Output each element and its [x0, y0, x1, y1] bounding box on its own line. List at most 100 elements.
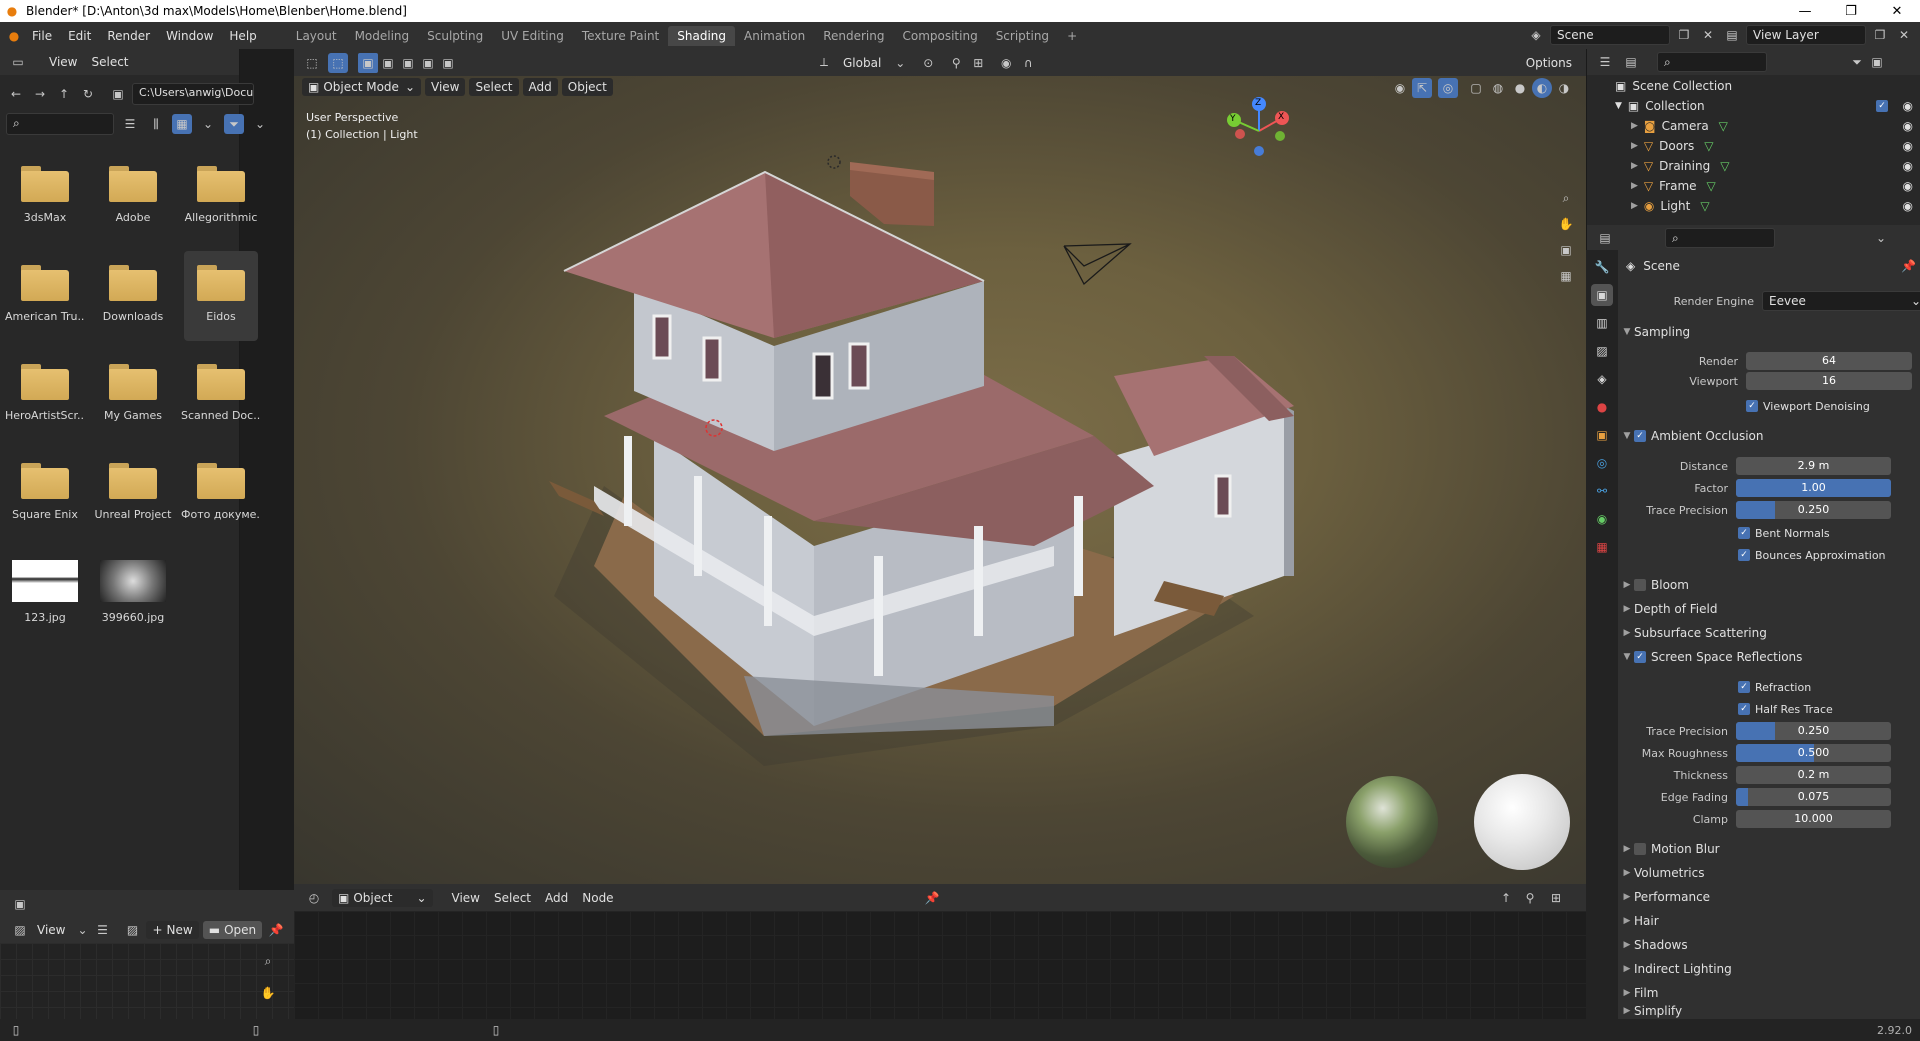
panel-film[interactable]: ▶ Film: [1620, 982, 1920, 1004]
render-samples-field[interactable]: 64: [1746, 352, 1912, 370]
outliner-scene-collection[interactable]: ▣ Scene Collection: [1587, 76, 1920, 96]
new-scene-icon[interactable]: ❐: [1674, 25, 1694, 45]
ortho-grid-icon[interactable]: ▦: [1556, 266, 1576, 286]
bounces-checkbox[interactable]: ✓: [1738, 549, 1750, 561]
open-image-button[interactable]: ▬ Open: [202, 921, 263, 939]
pin-icon[interactable]: 📌: [1901, 259, 1916, 273]
eye-icon[interactable]: ◉: [1903, 139, 1913, 153]
falloff-icon[interactable]: ∩: [1018, 53, 1038, 73]
visibility-icon[interactable]: ◉: [1390, 78, 1410, 98]
world-tab-icon[interactable]: ●: [1591, 396, 1613, 418]
pin-icon[interactable]: 📌: [922, 888, 942, 908]
eye-icon[interactable]: ◉: [1903, 179, 1913, 193]
scene-field[interactable]: Scene: [1550, 25, 1670, 45]
tab-compositing[interactable]: Compositing: [893, 26, 986, 46]
refraction-row[interactable]: ✓ Refraction: [1738, 678, 1811, 696]
constraints-tab-icon[interactable]: ⚯: [1591, 480, 1613, 502]
transform-orientation-icon[interactable]: ⟂: [814, 53, 834, 73]
select-mode-difference-icon[interactable]: ▣: [418, 53, 438, 73]
folder-item[interactable]: 3dsMax: [8, 152, 82, 242]
image-editor-type-icon[interactable]: ▣: [10, 894, 30, 914]
pan-hand-icon[interactable]: ✋: [258, 983, 278, 1003]
render-engine-dropdown[interactable]: Eevee ⌄: [1762, 291, 1920, 311]
menu-render[interactable]: Render: [99, 29, 158, 43]
image-view-icon[interactable]: ▨: [10, 920, 30, 940]
properties-search-input[interactable]: ⌕: [1665, 227, 1775, 248]
options-dropdown[interactable]: Options: [1519, 53, 1578, 72]
properties-type-icon[interactable]: ▤: [1595, 228, 1615, 248]
back-arrow-icon[interactable]: ←: [6, 84, 26, 104]
pivot-icon[interactable]: ⊙: [918, 53, 938, 73]
panel-indirect-lighting[interactable]: ▶ Indirect Lighting: [1620, 958, 1920, 980]
display-dropdown-icon[interactable]: ⌄: [198, 114, 218, 134]
solid-shading-icon[interactable]: ●: [1510, 78, 1530, 98]
folder-item[interactable]: Square Enix: [8, 449, 82, 539]
panel-hair[interactable]: ▶ Hair: [1620, 910, 1920, 932]
overlay-toggle-icon[interactable]: ◎: [1438, 78, 1458, 98]
tab-uv-editing[interactable]: UV Editing: [492, 26, 573, 46]
editor-type-3d-icon[interactable]: ⬚: [302, 53, 322, 73]
panel-volumetrics[interactable]: ▶ Volumetrics: [1620, 862, 1920, 884]
select-mode-new-icon[interactable]: ▣: [358, 52, 378, 73]
vp-menu-add[interactable]: Add: [522, 78, 558, 96]
pin-icon[interactable]: 📌: [266, 920, 286, 940]
folder-item[interactable]: Фото докуме...: [181, 449, 261, 539]
tab-layout[interactable]: Layout: [287, 26, 346, 46]
folder-item[interactable]: Eidos: [184, 251, 258, 341]
outliner-item[interactable]: ▶ ◉ Light ▽ ◉: [1587, 196, 1920, 216]
material-shading-icon[interactable]: ◐: [1532, 78, 1552, 98]
gizmo-toggle-icon[interactable]: ⇱: [1412, 78, 1432, 98]
menu-window[interactable]: Window: [158, 29, 221, 43]
tab-sculpting[interactable]: Sculpting: [418, 26, 492, 46]
motion-blur-checkbox[interactable]: [1634, 843, 1646, 855]
maximize-button[interactable]: ❐: [1828, 0, 1874, 22]
new-collection-icon[interactable]: ▣: [1867, 52, 1887, 72]
ne-menu-view[interactable]: View: [445, 891, 487, 905]
folder-item[interactable]: Adobe: [96, 152, 170, 242]
display-mode-icon[interactable]: ▤: [1621, 52, 1641, 72]
editor-type-icon[interactable]: ▭: [8, 52, 28, 72]
eye-icon[interactable]: ◉: [1903, 159, 1913, 173]
panel-depth-of-field[interactable]: ▶ Depth of Field: [1620, 598, 1920, 620]
ssr-trace-slider[interactable]: 0.250: [1736, 722, 1891, 740]
object-tab-icon[interactable]: ▣: [1591, 424, 1613, 446]
mode-dropdown[interactable]: ▣ Object Mode ⌄: [302, 78, 421, 96]
select-box-tool-icon[interactable]: ⬚: [328, 52, 348, 73]
new-image-button[interactable]: + New: [146, 921, 199, 939]
eye-icon[interactable]: ◉: [1903, 199, 1913, 213]
ssr-fading-slider[interactable]: 0.075: [1736, 788, 1891, 806]
close-button[interactable]: ✕: [1874, 0, 1920, 22]
blender-menu-icon[interactable]: ●: [4, 26, 24, 46]
render-tab-icon[interactable]: ▣: [1591, 284, 1613, 306]
view-layer-icon[interactable]: ▤: [1722, 25, 1742, 45]
filter-icon[interactable]: ⏷: [224, 114, 244, 134]
select-mode-subtract-icon[interactable]: ▣: [398, 53, 418, 73]
tab-rendering[interactable]: Rendering: [814, 26, 893, 46]
output-tab-icon[interactable]: ▥: [1591, 312, 1613, 334]
3d-viewport[interactable]: X Z Y ⌕ ✋ ▣ ▦: [294, 76, 1586, 884]
camera-view-icon[interactable]: ▣: [1556, 240, 1576, 260]
ao-trace-slider[interactable]: 0.250: [1736, 501, 1891, 519]
ne-menu-node[interactable]: Node: [575, 891, 620, 905]
ao-distance-field[interactable]: 2.9 m: [1736, 457, 1891, 475]
tab-shading[interactable]: Shading: [668, 25, 735, 46]
path-field[interactable]: C:\Users\anwig\Docu...: [132, 83, 254, 105]
fb-menu-select[interactable]: Select: [84, 55, 135, 69]
bent-normals-checkbox[interactable]: ✓: [1738, 527, 1750, 539]
panel-simplify[interactable]: ▶ Simplify: [1620, 1004, 1920, 1018]
folder-item[interactable]: My Games: [96, 350, 170, 440]
vp-menu-select[interactable]: Select: [469, 78, 519, 96]
rendered-shading-icon[interactable]: ◑: [1554, 78, 1574, 98]
file-item[interactable]: 399660.jpg: [96, 548, 170, 638]
menu-help[interactable]: Help: [221, 29, 264, 43]
ssr-thickness-field[interactable]: 0.2 m: [1736, 766, 1891, 784]
ssr-roughness-slider[interactable]: 0.500: [1736, 744, 1891, 762]
orientation-dropdown[interactable]: Global: [836, 56, 888, 70]
ne-menu-select[interactable]: Select: [487, 891, 538, 905]
image-editor-canvas[interactable]: ⌕ ✋: [0, 943, 294, 1019]
ao-factor-slider[interactable]: 1.00: [1736, 479, 1891, 497]
image-browse-icon[interactable]: ▨: [122, 920, 142, 940]
outliner-search-input[interactable]: ⌕: [1657, 52, 1767, 72]
outliner-item[interactable]: ▶ ▽ Frame ▽ ◉: [1587, 176, 1920, 196]
folder-item[interactable]: Allegorithmic: [184, 152, 258, 242]
